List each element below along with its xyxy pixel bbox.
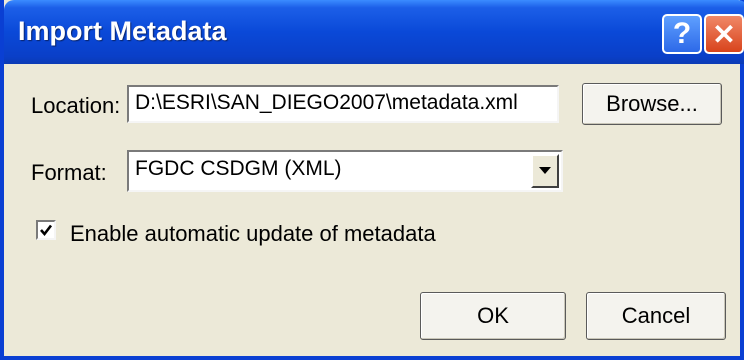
import-metadata-dialog: Import Metadata ? ✕ Location: D:\ESRI\SA… xyxy=(0,0,744,360)
close-button[interactable]: ✕ xyxy=(704,14,744,54)
ok-button-label: OK xyxy=(477,303,509,328)
close-icon: ✕ xyxy=(712,18,736,50)
help-icon: ? xyxy=(672,17,692,50)
location-input[interactable]: D:\ESRI\SAN_DIEGO2007\metadata.xml xyxy=(127,85,559,123)
auto-update-checkbox[interactable] xyxy=(36,220,56,240)
title-bar[interactable]: Import Metadata ? ✕ xyxy=(4,0,744,64)
format-select[interactable]: FGDC CSDGM (XML) xyxy=(127,150,563,192)
browse-button[interactable]: Browse... xyxy=(582,83,722,125)
checkmark-icon xyxy=(40,224,53,237)
location-label: Location: xyxy=(31,93,121,118)
chevron-down-icon xyxy=(539,167,551,174)
help-button[interactable]: ? xyxy=(662,14,702,54)
window-title: Import Metadata xyxy=(18,16,227,46)
ok-button[interactable]: OK xyxy=(420,292,566,340)
format-dropdown-button[interactable] xyxy=(531,154,559,188)
cancel-button[interactable]: Cancel xyxy=(586,292,726,340)
format-select-value: FGDC CSDGM (XML) xyxy=(135,157,342,180)
auto-update-label[interactable]: Enable automatic update of metadata xyxy=(70,221,436,247)
cancel-button-label: Cancel xyxy=(621,303,691,328)
browse-button-label: Browse... xyxy=(606,91,698,116)
format-label: Format: xyxy=(31,160,107,185)
